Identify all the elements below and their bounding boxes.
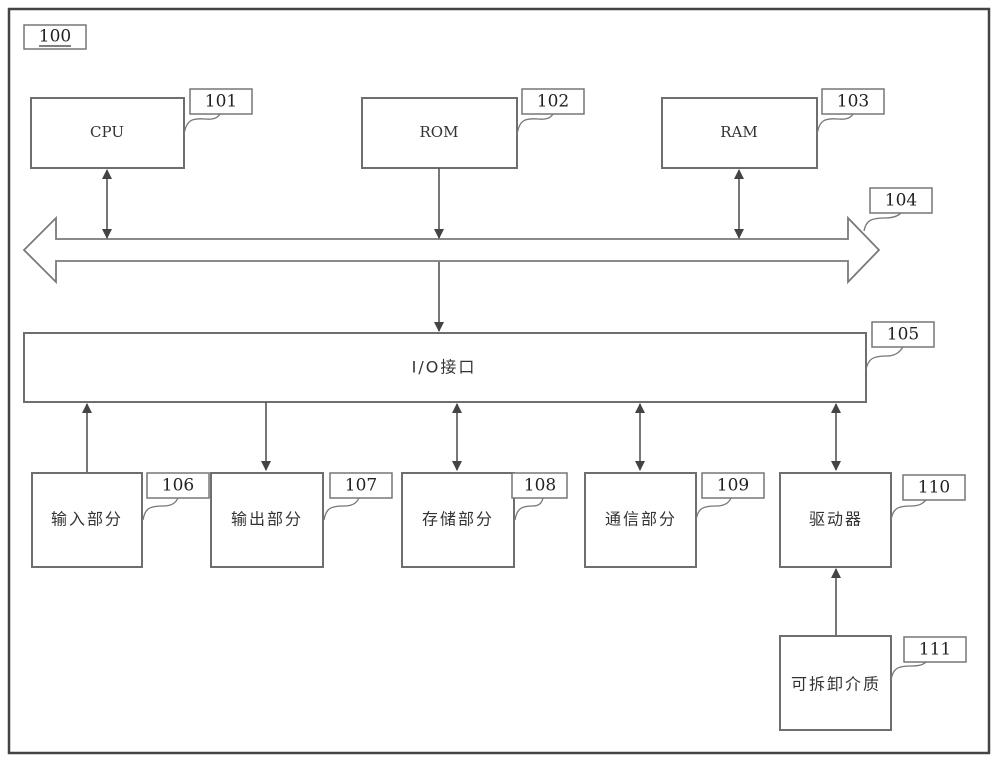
storage-label: 存储部分 xyxy=(422,510,494,529)
ref-111-text: 111 xyxy=(919,640,951,660)
output-block: 输出部分 xyxy=(210,472,324,568)
comm-label: 通信部分 xyxy=(605,510,677,529)
io-interface-block: I/O接口 xyxy=(23,332,867,403)
removable-media-block: 可拆卸介质 xyxy=(779,635,892,731)
ref-109-text: 109 xyxy=(717,476,749,496)
ref-105-text: 105 xyxy=(887,325,919,345)
ref-tag-105: 105 xyxy=(865,321,935,371)
input-block: 输入部分 xyxy=(31,472,143,568)
figure-ref-100: 100 xyxy=(23,24,87,50)
ref-101-text: 101 xyxy=(205,92,237,112)
output-label: 输出部分 xyxy=(231,510,303,529)
driver-label: 驱动器 xyxy=(809,510,863,529)
ref-103-text: 103 xyxy=(837,92,869,112)
ref-tag-108: 108 xyxy=(511,472,568,521)
bus-arrow xyxy=(22,215,881,285)
ref-tag-110: 110 xyxy=(890,474,966,521)
driver-block: 驱动器 xyxy=(779,472,892,568)
ref-tag-104: 104 xyxy=(863,187,933,232)
ref-tag-111: 111 xyxy=(890,636,967,681)
rom-label: ROM xyxy=(420,123,459,141)
ref-tag-102: 102 xyxy=(516,88,585,136)
ref-tag-103: 103 xyxy=(816,88,885,136)
input-label: 输入部分 xyxy=(51,510,123,529)
rom-block: ROM xyxy=(361,97,518,169)
ref-107-text: 107 xyxy=(345,476,377,496)
cpu-block: CPU xyxy=(30,97,185,169)
storage-block: 存储部分 xyxy=(401,472,515,568)
ram-label: RAM xyxy=(720,123,758,141)
ref-tag-107: 107 xyxy=(323,472,393,521)
ref-tag-109: 109 xyxy=(695,472,765,521)
io-label: I/O接口 xyxy=(412,358,477,377)
ref-110-text: 110 xyxy=(918,478,950,498)
ref-tag-101: 101 xyxy=(183,88,253,136)
ram-block: RAM xyxy=(661,97,818,169)
ref-104-text: 104 xyxy=(885,191,917,211)
ref-102-text: 102 xyxy=(537,92,569,112)
ref-tag-106: 106 xyxy=(142,472,210,521)
figure-ref-text: 100 xyxy=(39,27,71,47)
comm-block: 通信部分 xyxy=(584,472,697,568)
media-label: 可拆卸介质 xyxy=(791,675,881,694)
cpu-label: CPU xyxy=(90,123,124,141)
ref-108-text: 108 xyxy=(524,476,556,496)
block-diagram: 100 CPU 101 ROM 102 RAM 103 104 I/O接口 10… xyxy=(7,7,991,755)
ref-106-text: 106 xyxy=(162,476,194,496)
